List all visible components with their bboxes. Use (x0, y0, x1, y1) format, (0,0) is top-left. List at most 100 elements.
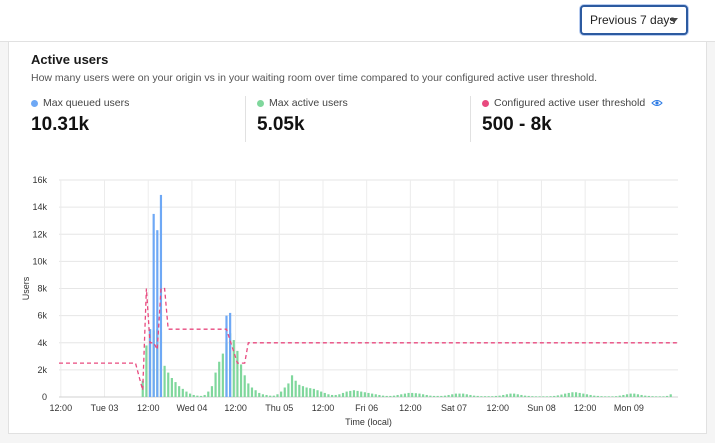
active-users-bar (188, 393, 192, 397)
active-users-bar (429, 395, 432, 397)
chevron-down-icon (670, 18, 678, 23)
active-users-bar (196, 395, 199, 397)
active-users-bar (276, 394, 279, 397)
active-users-bar (381, 395, 385, 397)
active-users-bar (655, 396, 658, 397)
active-users-bar (451, 394, 454, 397)
active-users-bar (651, 396, 654, 397)
active-users-bar (505, 394, 508, 397)
active-users-bar (469, 394, 472, 397)
active-users-bar (414, 393, 417, 397)
y-tick-label: 0 (42, 392, 47, 402)
time-range-select[interactable]: Previous 7 days (580, 5, 688, 35)
active-users-bar (174, 382, 177, 397)
active-users-bar (542, 396, 545, 397)
x-tick-label: Thu 05 (265, 403, 293, 413)
active-users-bar (574, 392, 578, 397)
active-users-bar (531, 396, 534, 397)
active-users-bar (349, 390, 352, 397)
active-users-bar (665, 395, 669, 397)
active-users-bar (378, 394, 381, 397)
active-users-bar (425, 394, 428, 397)
active-users-bar (247, 383, 250, 397)
active-users-bar (596, 395, 599, 397)
y-tick-label: 16k (32, 175, 47, 185)
active-users-bar (625, 394, 629, 397)
active-users-bar (287, 383, 290, 397)
active-users-bar (250, 387, 254, 397)
queued-users-bar (148, 329, 152, 397)
active-users-bar (480, 396, 483, 397)
time-range-label: Previous 7 days (590, 13, 676, 27)
active-users-bar (523, 395, 527, 397)
active-users-bar (487, 396, 490, 397)
active-users-bar (294, 380, 297, 397)
active-users-bar (418, 393, 421, 397)
active-users-bar (553, 395, 556, 397)
queued-users-bar (156, 230, 159, 397)
active-users-bar (432, 395, 436, 397)
x-tick-label: 12:00 (137, 403, 160, 413)
x-tick-label: 12:00 (312, 403, 335, 413)
active-users-bar (520, 394, 523, 397)
active-users-bar (301, 386, 305, 397)
active-users-bar (600, 396, 603, 397)
active-users-bar (567, 392, 570, 397)
active-users-bar (615, 396, 618, 397)
active-users-bar (374, 394, 377, 397)
active-users-bar (513, 393, 516, 397)
active-users-bar (403, 393, 407, 397)
active-users-bar (618, 395, 621, 397)
active-users-bar (483, 396, 487, 397)
active-users-bar (640, 394, 643, 397)
active-users-bar (527, 395, 530, 397)
active-users-bar (218, 361, 221, 397)
active-users-bar (145, 345, 148, 397)
active-users-bar (338, 394, 341, 397)
active-users-bar (585, 394, 589, 397)
x-tick-label: Tue 03 (91, 403, 119, 413)
active-users-bar (323, 392, 326, 397)
active-users-bar (316, 390, 319, 397)
active-users-bar (298, 384, 301, 397)
active-users-bar (494, 395, 498, 397)
queued-users-bar (229, 312, 232, 397)
active-users-bar (167, 372, 170, 397)
queued-users-bar (225, 315, 228, 397)
active-users-bar (371, 393, 374, 397)
active-users-bar (334, 394, 337, 397)
active-users-bar (181, 388, 184, 397)
active-users-bar (556, 395, 559, 397)
y-tick-label: 12k (32, 229, 47, 239)
bottom-strip (8, 434, 707, 443)
active-users-bar (440, 395, 443, 397)
active-users-bar (199, 395, 203, 397)
active-users-bar (243, 375, 246, 397)
y-tick-label: 2k (37, 365, 47, 375)
card-subtitle: How many users were on your origin vs in… (31, 72, 598, 84)
y-tick-label: 4k (37, 338, 47, 348)
active-users-bar (170, 378, 173, 397)
active-users-bar (658, 396, 661, 397)
x-tick-label: Fri 06 (355, 403, 378, 413)
active-users-bar (636, 394, 640, 397)
active-users-bar (305, 387, 308, 397)
x-tick-label: 12:00 (224, 403, 247, 413)
x-tick-label: Sat 07 (441, 403, 467, 413)
active-users-bar (221, 353, 224, 397)
active-users-bar (465, 394, 468, 397)
x-tick-label: Sun 08 (527, 403, 556, 413)
active-users-bar (534, 396, 538, 397)
active-users-bar (356, 390, 359, 397)
active-users-bar (163, 365, 166, 397)
active-users-bar (178, 386, 181, 397)
active-users-bar (498, 395, 501, 397)
active-users-bar (320, 391, 323, 397)
active-users-bar (509, 393, 512, 397)
active-users-bar (571, 392, 574, 397)
active-users-bar (611, 396, 614, 397)
active-users-bar (272, 395, 275, 397)
active-users-bar (261, 394, 264, 397)
active-users-bar (254, 390, 257, 397)
active-users-bar (443, 395, 447, 397)
